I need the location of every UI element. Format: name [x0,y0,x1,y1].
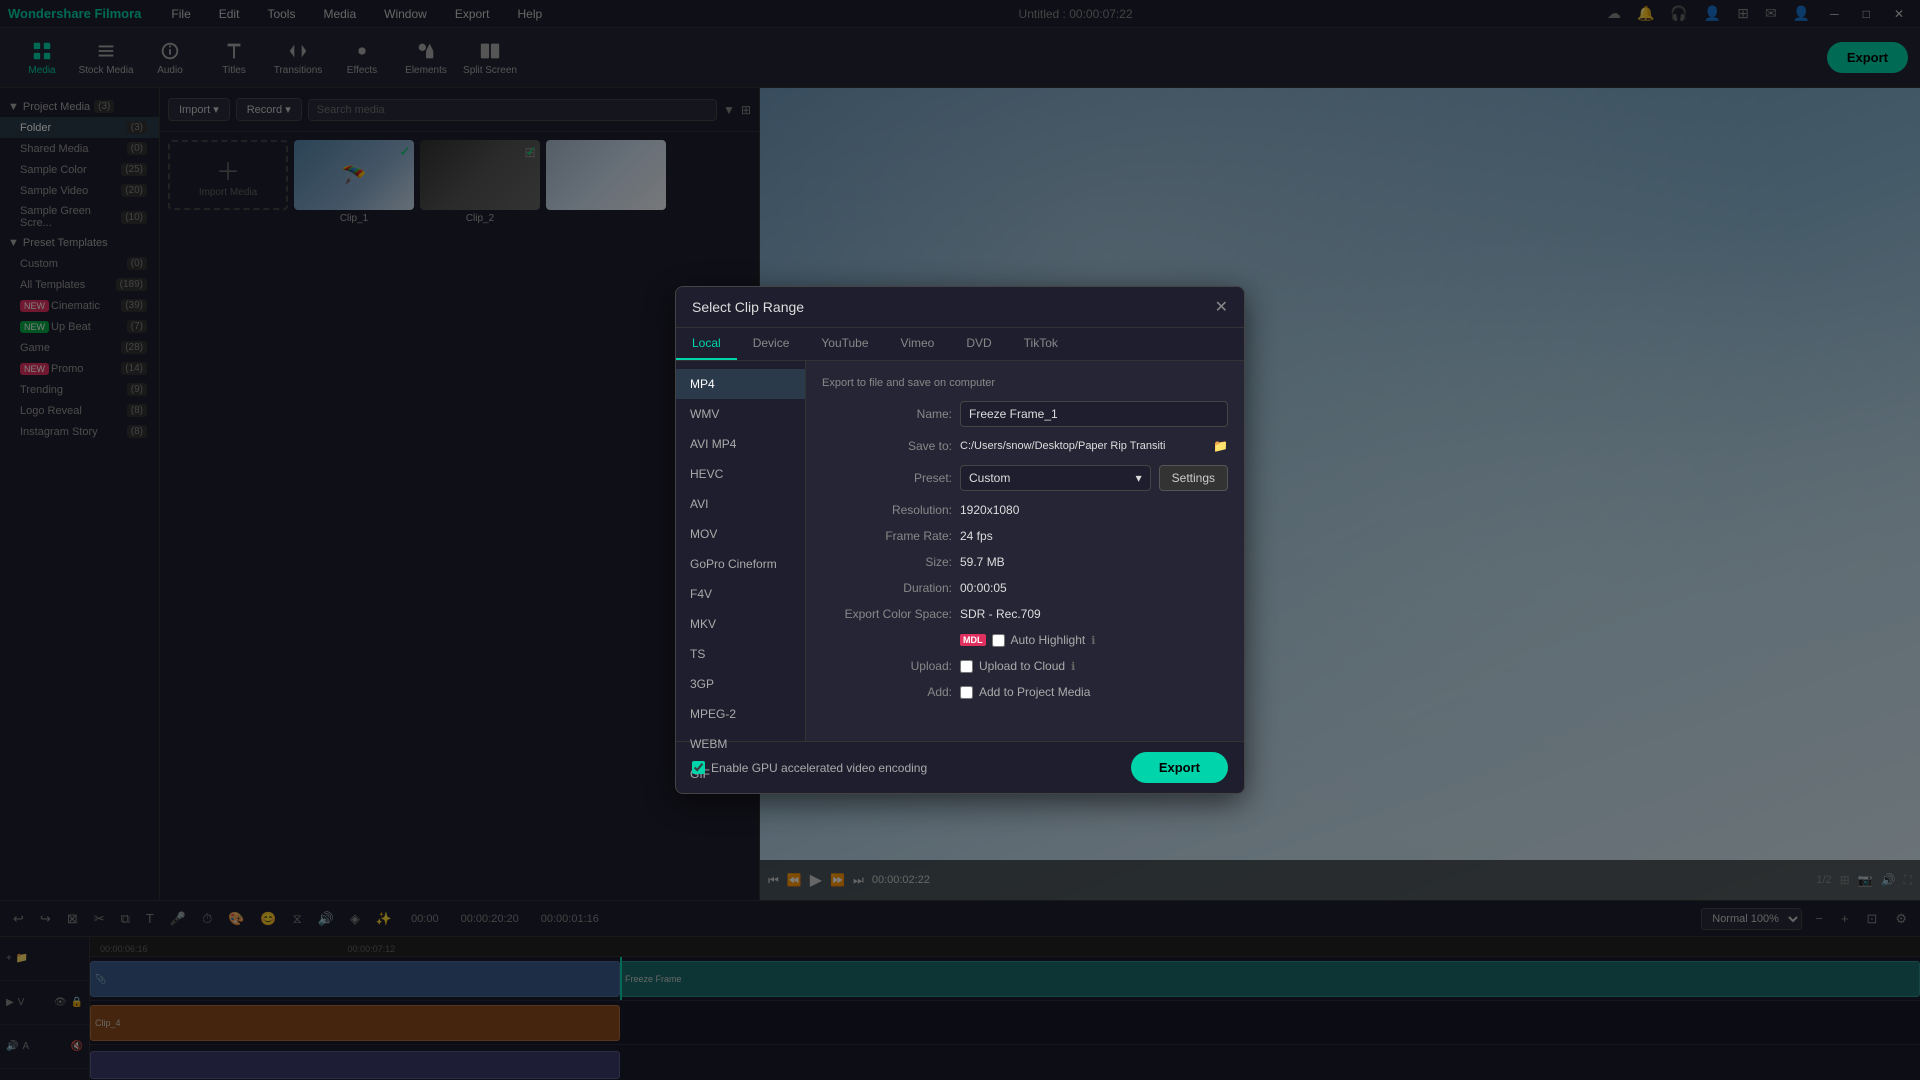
format-avi-mp4[interactable]: AVI MP4 [676,429,805,459]
save-to-label: Save to: [822,439,952,453]
preset-chevron: ▾ [1136,471,1142,485]
preset-row: Preset: Custom ▾ Settings [822,465,1228,491]
add-row: Add: Add to Project Media [822,685,1228,699]
duration-value: 00:00:05 [960,581,1007,595]
auto-highlight-checkbox-row: MDL Auto Highlight ℹ [960,633,1095,647]
format-mpeg2[interactable]: MPEG-2 [676,699,805,729]
frame-rate-label: Frame Rate: [822,529,952,543]
preset-label: Preset: [822,471,952,485]
export-dialog: Select Clip Range ✕ Local Device YouTube… [675,286,1245,794]
name-label: Name: [822,407,952,421]
format-mkv[interactable]: MKV [676,609,805,639]
preset-value: Custom [969,471,1010,485]
dialog-overlay: Select Clip Range ✕ Local Device YouTube… [0,0,1920,1080]
dialog-tab-tiktok[interactable]: TikTok [1008,328,1074,360]
add-project-label: Add to Project Media [979,685,1090,699]
gpu-label: Enable GPU accelerated video encoding [711,761,927,775]
format-wmv[interactable]: WMV [676,399,805,429]
format-hevc[interactable]: HEVC [676,459,805,489]
format-avi[interactable]: AVI [676,489,805,519]
dialog-header: Select Clip Range ✕ [676,287,1244,328]
resolution-value: 1920x1080 [960,503,1019,517]
color-space-value: SDR - Rec.709 [960,607,1041,621]
format-ts[interactable]: TS [676,639,805,669]
folder-browse-icon[interactable]: 📁 [1213,439,1228,453]
add-checkbox-row: Add to Project Media [960,685,1090,699]
upload-checkbox-row: Upload to Cloud ℹ [960,659,1075,673]
format-settings: Export to file and save on computer Name… [806,361,1244,741]
size-value: 59.7 MB [960,555,1005,569]
format-mp4[interactable]: MP4 [676,369,805,399]
settings-button[interactable]: Settings [1159,465,1228,491]
dialog-title: Select Clip Range [692,299,804,315]
dialog-tab-dvd[interactable]: DVD [950,328,1007,360]
dialog-body: MP4 WMV AVI MP4 HEVC AVI MOV GoPro Cinef… [676,361,1244,741]
size-row: Size: 59.7 MB [822,555,1228,569]
name-input[interactable] [960,401,1228,427]
resolution-row: Resolution: 1920x1080 [822,503,1228,517]
dialog-tab-vimeo[interactable]: Vimeo [885,328,951,360]
duration-row: Duration: 00:00:05 [822,581,1228,595]
dialog-tabs: Local Device YouTube Vimeo DVD TikTok [676,328,1244,361]
upload-cloud-label: Upload to Cloud [979,659,1065,673]
dialog-tab-youtube[interactable]: YouTube [805,328,884,360]
dialog-tab-local[interactable]: Local [676,328,737,360]
format-f4v[interactable]: F4V [676,579,805,609]
auto-highlight-checkbox[interactable] [992,634,1005,647]
preset-select[interactable]: Custom ▾ [960,465,1151,491]
name-row: Name: [822,401,1228,427]
export-description: Export to file and save on computer [822,377,1228,389]
upload-row: Upload: Upload to Cloud ℹ [822,659,1228,673]
size-label: Size: [822,555,952,569]
add-project-checkbox[interactable] [960,686,973,699]
frame-rate-row: Frame Rate: 24 fps [822,529,1228,543]
format-list: MP4 WMV AVI MP4 HEVC AVI MOV GoPro Cinef… [676,361,806,741]
auto-highlight-row: MDL Auto Highlight ℹ [822,633,1228,647]
auto-highlight-label: Auto Highlight [1011,633,1086,647]
auto-highlight-info-icon[interactable]: ℹ [1091,634,1095,647]
color-space-row: Export Color Space: SDR - Rec.709 [822,607,1228,621]
mdl-badge: MDL [960,634,986,646]
upload-info-icon[interactable]: ℹ [1071,660,1075,673]
add-label: Add: [822,685,952,699]
save-to-path: C:/Users/snow/Desktop/Paper Rip Transiti [960,440,1201,452]
format-mov[interactable]: MOV [676,519,805,549]
resolution-label: Resolution: [822,503,952,517]
format-gopro[interactable]: GoPro Cineform [676,549,805,579]
dialog-tab-device[interactable]: Device [737,328,806,360]
gpu-checkbox[interactable] [692,761,705,774]
save-to-row: Save to: C:/Users/snow/Desktop/Paper Rip… [822,439,1228,453]
upload-cloud-checkbox[interactable] [960,660,973,673]
format-mp3[interactable]: MP3 [676,789,805,794]
format-3gp[interactable]: 3GP [676,669,805,699]
color-space-label: Export Color Space: [822,607,952,621]
frame-rate-value: 24 fps [960,529,993,543]
dialog-close-button[interactable]: ✕ [1215,297,1228,317]
format-webm[interactable]: WEBM [676,729,805,759]
dialog-export-button[interactable]: Export [1131,752,1228,783]
duration-label: Duration: [822,581,952,595]
upload-label: Upload: [822,659,952,673]
gpu-checkbox-row: Enable GPU accelerated video encoding [692,761,927,775]
